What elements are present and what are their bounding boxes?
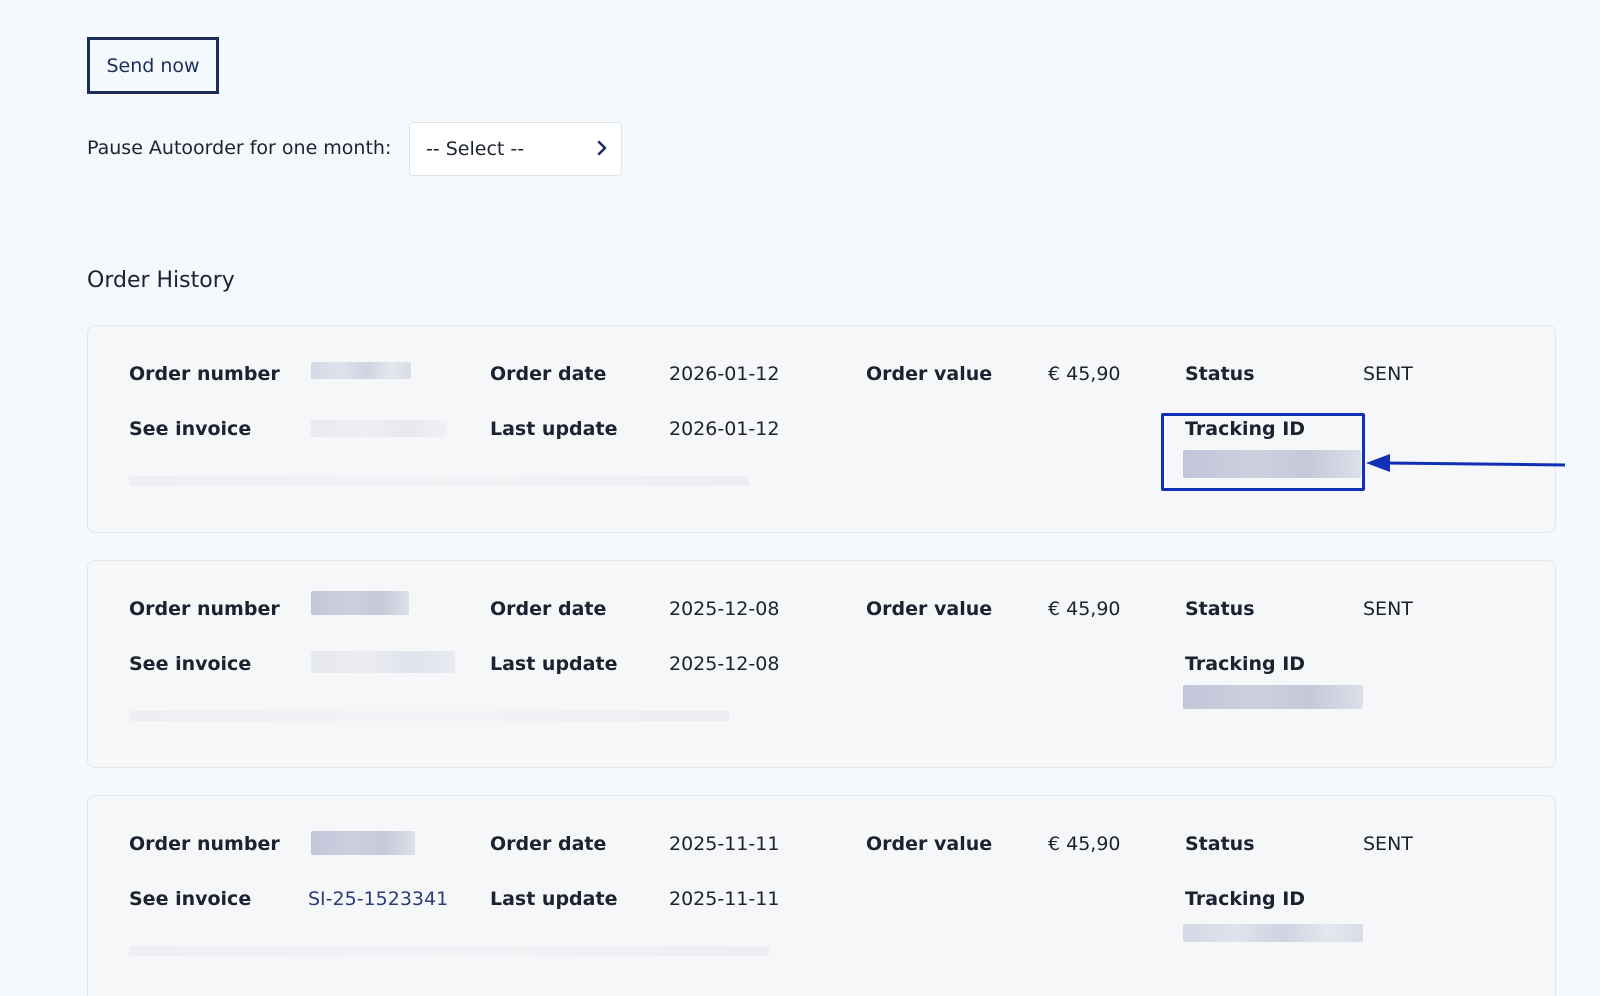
tracking-id-label: Tracking ID [1185, 888, 1306, 910]
order-value-label: Order value [866, 833, 993, 855]
order-value-label: Order value [866, 598, 993, 620]
status-value: SENT [1363, 363, 1413, 385]
send-now-button[interactable]: Send now [87, 37, 219, 94]
pause-month-select[interactable]: -- Select -- [409, 122, 622, 176]
last-update-value: 2025-11-11 [669, 888, 780, 910]
order-date-label: Order date [490, 363, 607, 385]
order-card: Order number Order date 2025-11-11 Order… [87, 795, 1556, 996]
redacted-row [129, 711, 729, 721]
pause-month-select-value: -- Select -- [426, 138, 525, 160]
last-update-label: Last update [490, 653, 618, 675]
last-update-value: 2026-01-12 [669, 418, 780, 440]
order-number-label: Order number [129, 598, 280, 620]
order-date-value: 2025-12-08 [669, 598, 780, 620]
see-invoice-label: See invoice [129, 418, 252, 440]
order-date-label: Order date [490, 598, 607, 620]
last-update-label: Last update [490, 418, 618, 440]
order-date-value: 2025-11-11 [669, 833, 780, 855]
order-value-value: € 45,90 [1048, 598, 1121, 620]
tracking-id-redacted[interactable] [1183, 685, 1363, 709]
order-number-redacted [311, 362, 411, 379]
tracking-id-label: Tracking ID [1185, 653, 1306, 675]
order-value-value: € 45,90 [1048, 833, 1121, 855]
tracking-id-redacted[interactable] [1183, 924, 1363, 942]
order-date-value: 2026-01-12 [669, 363, 780, 385]
status-value: SENT [1363, 598, 1413, 620]
order-number-label: Order number [129, 363, 280, 385]
status-label: Status [1185, 598, 1255, 620]
redacted-row [129, 476, 749, 486]
see-invoice-label: See invoice [129, 653, 252, 675]
invoice-link-redacted[interactable] [311, 420, 447, 437]
invoice-link-redacted[interactable] [311, 651, 455, 673]
redacted-row [129, 946, 769, 956]
invoice-link[interactable]: SI-25-1523341 [308, 888, 448, 910]
status-label: Status [1185, 363, 1255, 385]
order-card: Order number Order date 2025-12-08 Order… [87, 560, 1556, 768]
order-number-label: Order number [129, 833, 280, 855]
order-number-redacted [311, 591, 409, 615]
order-value-value: € 45,90 [1048, 363, 1121, 385]
order-date-label: Order date [490, 833, 607, 855]
status-label: Status [1185, 833, 1255, 855]
see-invoice-label: See invoice [129, 888, 252, 910]
order-history-title: Order History [87, 268, 235, 293]
arrow-left-icon [1366, 454, 1566, 472]
order-value-label: Order value [866, 363, 993, 385]
status-value: SENT [1363, 833, 1413, 855]
last-update-value: 2025-12-08 [669, 653, 780, 675]
last-update-label: Last update [490, 888, 618, 910]
tracking-id-annotation-box [1161, 413, 1365, 491]
chevron-right-icon [597, 140, 607, 156]
order-number-redacted [311, 831, 415, 855]
pause-autoorder-label: Pause Autoorder for one month: [87, 137, 392, 159]
autoorder-page: Send now Pause Autoorder for one month: … [0, 0, 1600, 996]
